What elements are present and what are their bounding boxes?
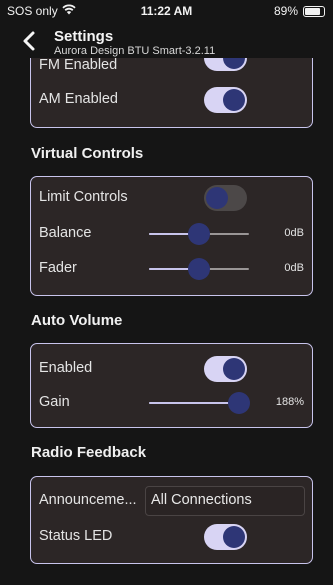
am-enabled-label: AM Enabled <box>39 91 118 107</box>
am-enabled-row: AM Enabled <box>39 85 304 115</box>
settings-scroll[interactable]: FM Enabled AM Enabled Virtual Controls L… <box>0 58 333 585</box>
back-button[interactable] <box>20 30 40 52</box>
battery-fill <box>305 7 321 15</box>
fm-enabled-label: FM Enabled <box>39 58 118 73</box>
virtual-controls-title: Virtual Controls <box>31 145 144 162</box>
radio-feedback-card: Announceme... All Connections Status LED <box>30 476 313 564</box>
toggle-knob <box>223 526 245 548</box>
gain-value: 188% <box>275 396 304 408</box>
limit-controls-toggle[interactable] <box>204 185 247 211</box>
slider-fill <box>149 402 239 404</box>
status-bar: SOS only 11:22 AM 89% <box>0 0 333 22</box>
page-subtitle: Aurora Design BTU Smart-3.2.11 <box>54 45 216 57</box>
fader-row: Fader 0dB <box>39 254 304 284</box>
fm-enabled-row: FM Enabled <box>39 58 304 81</box>
announcement-label: Announceme... <box>39 492 137 508</box>
auto-volume-title: Auto Volume <box>31 312 123 329</box>
toggle-knob <box>223 358 245 380</box>
auto-volume-enabled-row: Enabled <box>39 354 304 384</box>
nav-header: Settings Aurora Design BTU Smart-3.2.11 <box>0 22 333 58</box>
fader-slider[interactable] <box>149 258 249 280</box>
slider-thumb[interactable] <box>188 258 210 280</box>
auto-volume-enabled-label: Enabled <box>39 360 93 376</box>
auto-volume-card: Enabled Gain 188% <box>30 343 313 428</box>
battery-icon <box>303 5 325 17</box>
radio-feedback-title: Radio Feedback <box>31 444 147 461</box>
gain-slider[interactable] <box>149 392 250 414</box>
page-title: Settings <box>54 28 114 45</box>
balance-label: Balance <box>39 225 92 241</box>
toggle-knob <box>223 58 245 69</box>
auto-volume-enabled-toggle[interactable] <box>204 356 247 382</box>
battery-percent: 89% <box>273 4 298 18</box>
status-right: 89% <box>274 4 325 18</box>
limit-controls-row: Limit Controls <box>39 183 304 213</box>
announcement-row: Announceme... All Connections <box>39 486 305 516</box>
balance-slider[interactable] <box>149 223 249 245</box>
status-led-row: Status LED <box>39 522 304 552</box>
limit-controls-label: Limit Controls <box>39 189 128 205</box>
virtual-controls-card: Limit Controls Balance 0dB Fader 0dB <box>30 176 313 296</box>
toggle-knob <box>206 187 228 209</box>
status-led-toggle[interactable] <box>204 524 247 550</box>
gain-label: Gain <box>39 394 70 410</box>
toggle-knob <box>223 89 245 111</box>
slider-thumb[interactable] <box>188 223 210 245</box>
fm-enabled-toggle[interactable] <box>204 58 247 71</box>
status-led-label: Status LED <box>39 528 113 544</box>
balance-row: Balance 0dB <box>39 219 304 249</box>
gain-row: Gain 188% <box>39 388 304 418</box>
balance-value: 0dB <box>284 227 304 239</box>
fader-value: 0dB <box>284 262 304 274</box>
fader-label: Fader <box>39 260 77 276</box>
chevron-left-icon <box>23 31 35 51</box>
radio-enable-card: FM Enabled AM Enabled <box>30 58 313 128</box>
announcement-select[interactable]: All Connections <box>145 486 305 516</box>
am-enabled-toggle[interactable] <box>204 87 247 113</box>
slider-thumb[interactable] <box>228 392 250 414</box>
